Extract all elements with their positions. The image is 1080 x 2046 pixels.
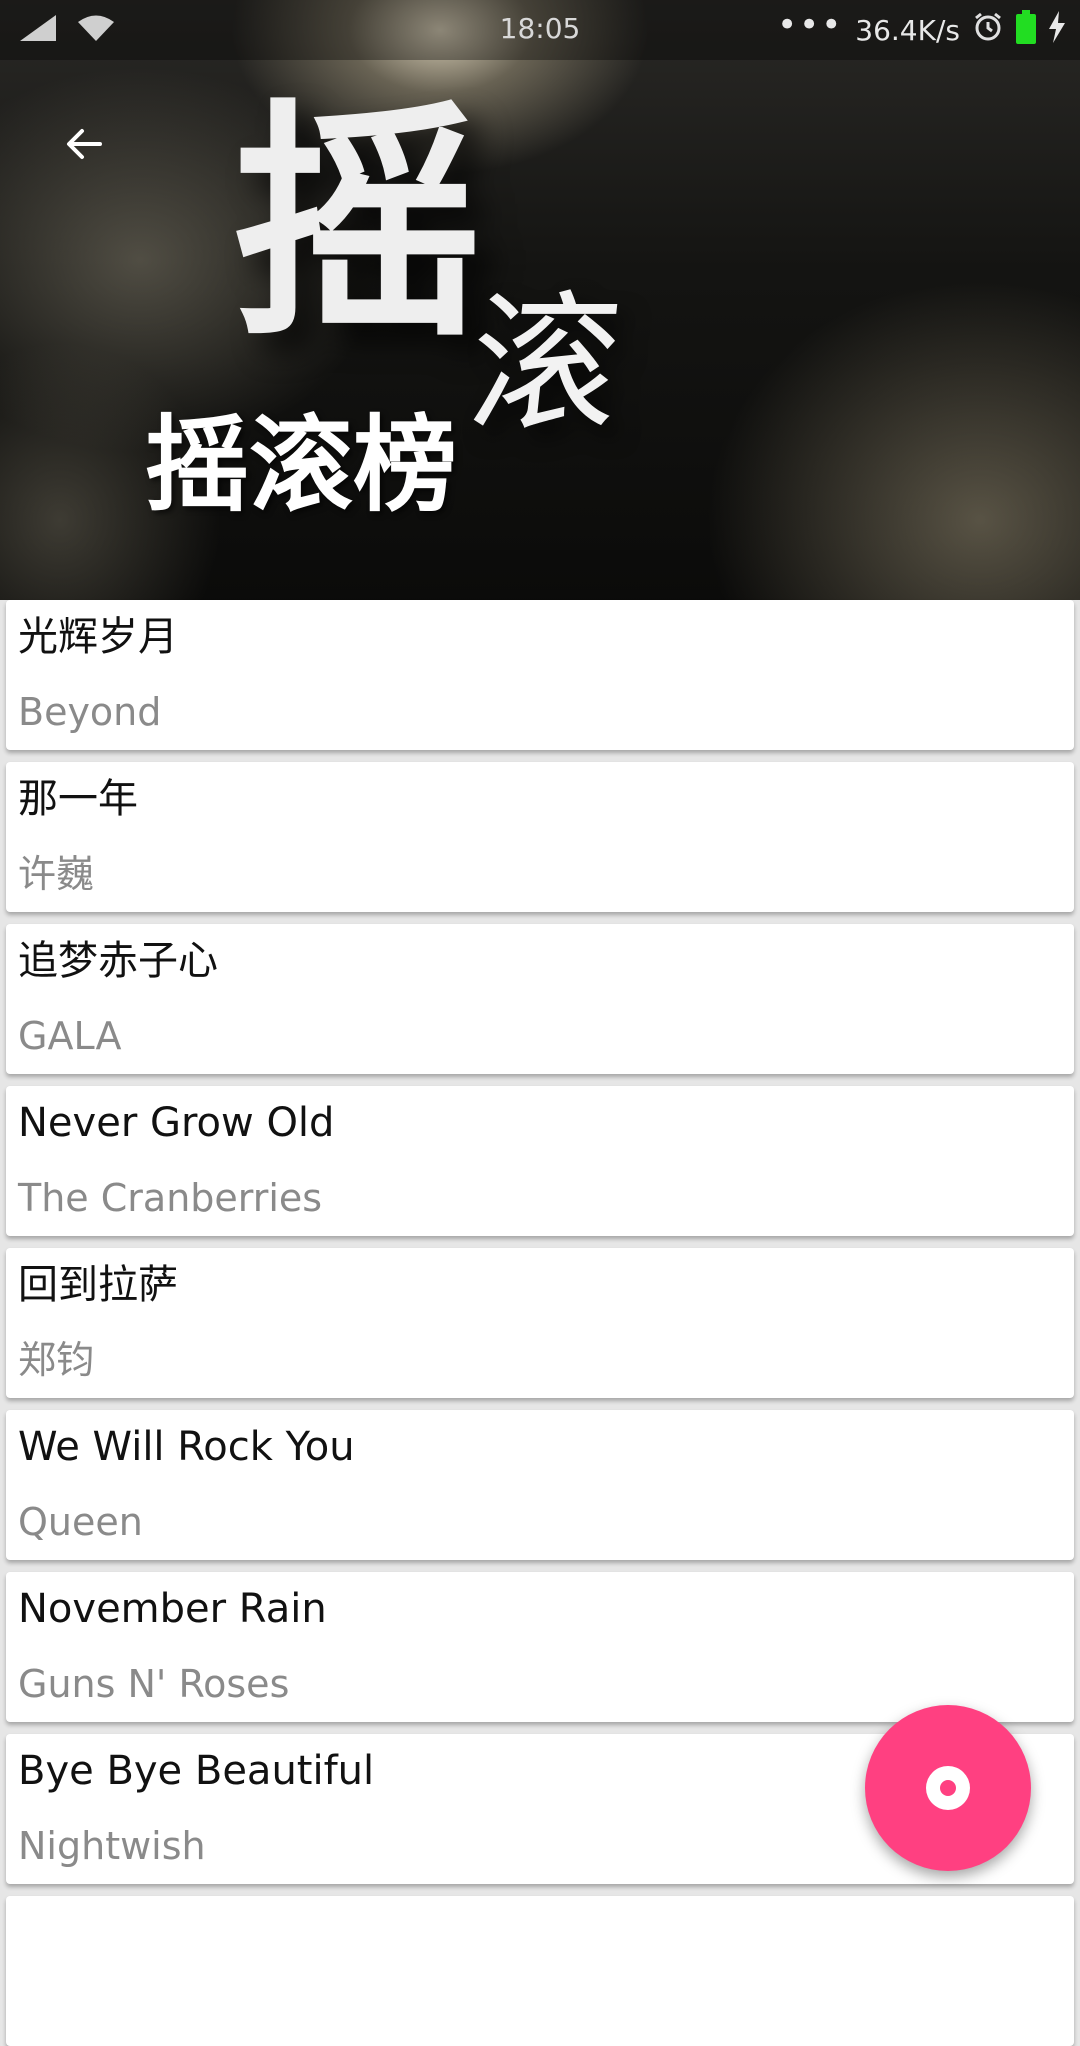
list-item[interactable]: November Rain Guns N' Roses — [6, 1572, 1074, 1722]
disc-icon — [926, 1766, 970, 1810]
hero-artwork-char-1: 摇 — [232, 79, 482, 370]
status-bar: 18:05 ••• 36.4K/s — [0, 0, 1080, 60]
song-artist: GALA — [18, 1014, 122, 1058]
header-hero: 18:05 ••• 36.4K/s 摇 滚 摇滚榜 — [0, 0, 1080, 600]
song-title: Bye Bye Beautiful — [18, 1748, 375, 1794]
song-title: 追梦赤子心 — [18, 938, 218, 984]
song-title: 那一年 — [18, 776, 138, 822]
arrow-back-icon — [67, 129, 102, 159]
page-title: 摇滚榜 — [145, 404, 458, 526]
song-artist: Beyond — [18, 690, 162, 734]
battery-icon — [1016, 9, 1036, 51]
song-artist: 许巍 — [18, 852, 95, 896]
list-item[interactable]: Never Grow Old The Cranberries — [6, 1086, 1074, 1236]
song-title: Never Grow Old — [18, 1100, 335, 1146]
charging-icon — [1048, 10, 1066, 50]
net-speed: 36.4K/s — [855, 13, 960, 47]
song-artist: Queen — [18, 1500, 143, 1544]
back-button[interactable] — [52, 112, 116, 176]
song-title: November Rain — [18, 1586, 327, 1632]
song-title: 回到拉萨 — [18, 1262, 178, 1308]
song-artist: Guns N' Roses — [18, 1662, 290, 1706]
list-item[interactable]: 光辉岁月 Beyond — [6, 600, 1074, 750]
alarm-icon — [972, 11, 1004, 50]
song-artist: The Cranberries — [18, 1176, 323, 1220]
song-artist: 郑钧 — [18, 1338, 95, 1382]
list-item[interactable]: 回到拉萨 郑钧 — [6, 1248, 1074, 1398]
song-title: 光辉岁月 — [18, 614, 178, 660]
song-artist: Nightwish — [18, 1824, 206, 1868]
list-item[interactable] — [6, 1896, 1074, 2046]
hero-artwork-char-2: 滚 — [460, 278, 630, 452]
list-item[interactable]: 追梦赤子心 GALA — [6, 924, 1074, 1074]
more-dots-icon: ••• — [777, 5, 844, 45]
list-item[interactable]: We Will Rock You Queen — [6, 1410, 1074, 1560]
play-fab-button[interactable] — [865, 1705, 1031, 1871]
list-item[interactable]: 那一年 许巍 — [6, 762, 1074, 912]
song-title: We Will Rock You — [18, 1424, 355, 1470]
